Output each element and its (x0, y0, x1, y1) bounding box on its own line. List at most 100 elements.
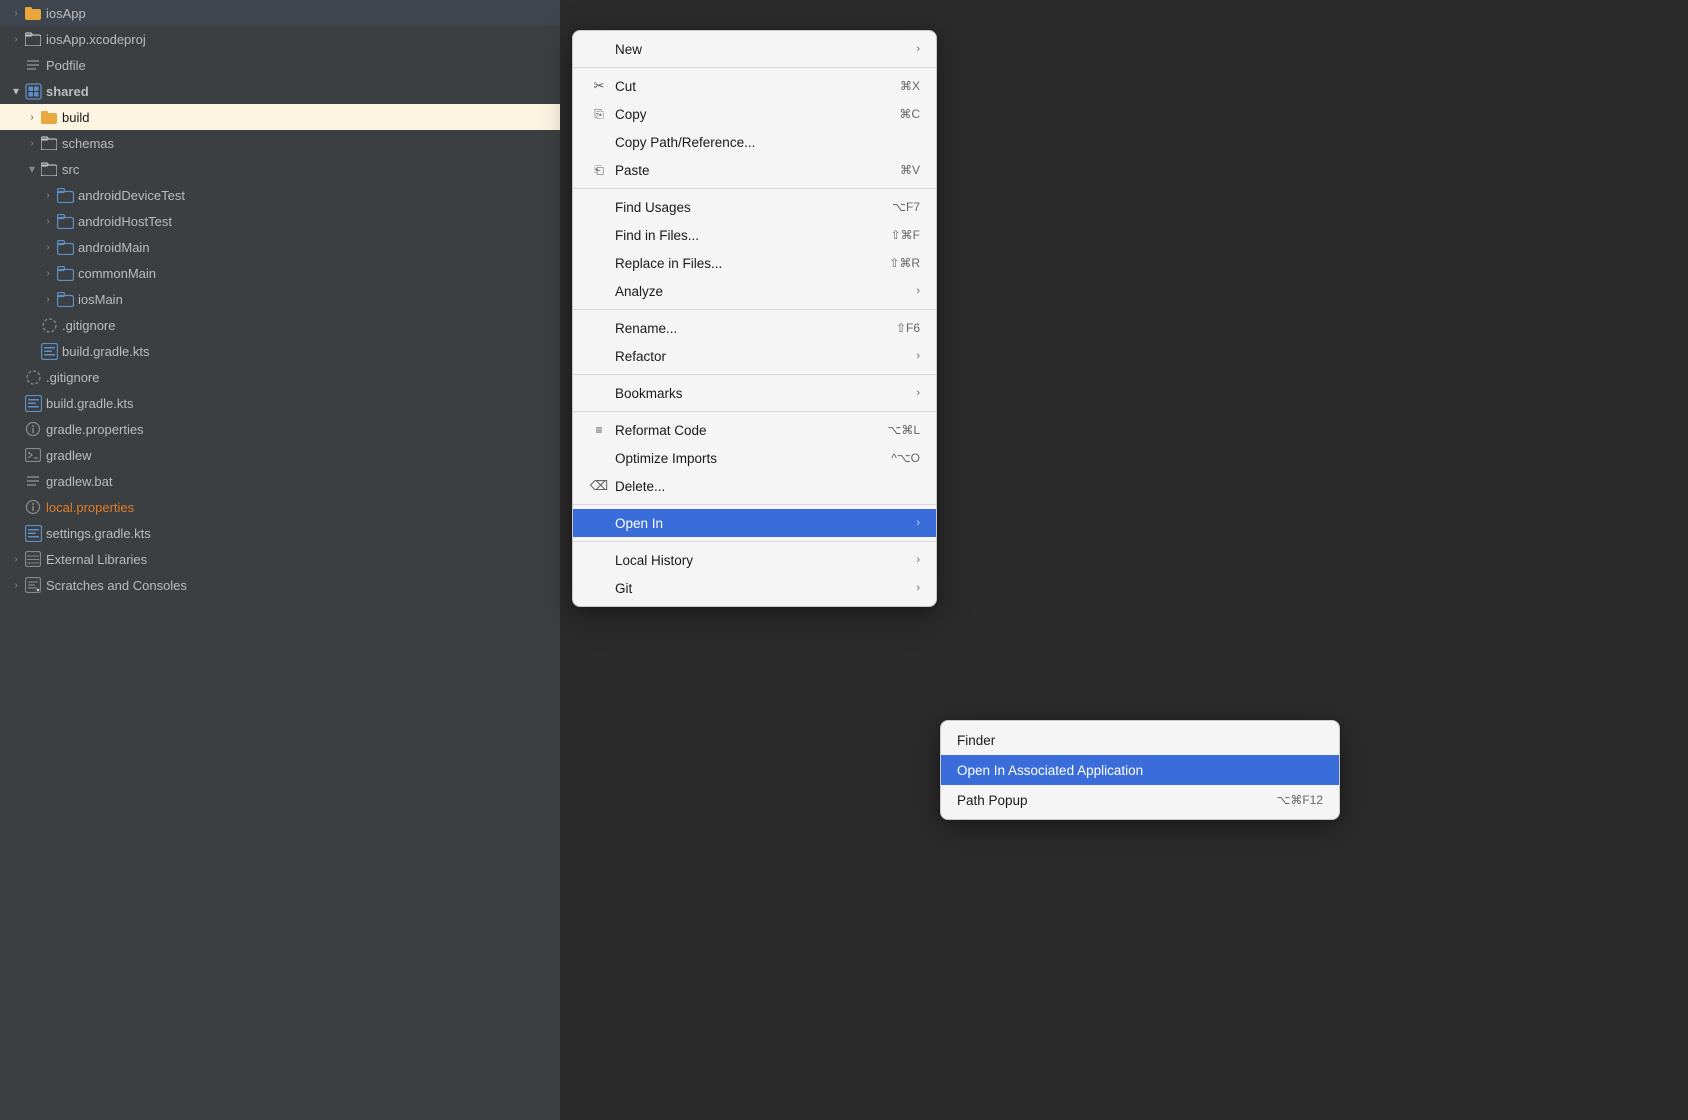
tree-item-gitignore-shared[interactable]: .gitignore (0, 312, 560, 338)
chevron-icon: › (40, 239, 56, 255)
menu-item-delete[interactable]: ⌫ Delete... (573, 472, 936, 500)
lines-icon (24, 56, 42, 74)
menu-label-optimize-imports: Optimize Imports (615, 451, 891, 466)
menu-label-reformat: Reformat Code (615, 423, 887, 438)
reformat-icon: ≡ (589, 423, 609, 437)
tree-item-build-gradle-root[interactable]: build.gradle.kts (0, 390, 560, 416)
tree-item-label: build.gradle.kts (46, 396, 133, 411)
tree-item-gradlew[interactable]: gradlew (0, 442, 560, 468)
menu-item-find-in-files[interactable]: Find in Files... ⇧⌘F (573, 221, 936, 249)
arrow-icon: › (916, 554, 920, 566)
tree-item-src[interactable]: ▾ src (0, 156, 560, 182)
tree-item-label: build.gradle.kts (62, 344, 149, 359)
menu-item-local-history[interactable]: Local History › (573, 546, 936, 574)
tree-item-build-gradle-shared[interactable]: build.gradle.kts (0, 338, 560, 364)
arrow-icon: › (916, 350, 920, 362)
folder-special-icon (56, 290, 74, 308)
tree-item-label: Podfile (46, 58, 86, 73)
tree-item-gradlew-bat[interactable]: gradlew.bat (0, 468, 560, 494)
cut-icon: ✂ (589, 78, 609, 94)
chevron-placeholder (8, 525, 24, 541)
tree-item-iosMain[interactable]: › iosMain (0, 286, 560, 312)
menu-label-cut: Cut (615, 79, 900, 94)
tree-item-gitignore-root[interactable]: .gitignore (0, 364, 560, 390)
menu-item-find-usages[interactable]: Find Usages ⌥F7 (573, 193, 936, 221)
chevron-icon: › (40, 187, 56, 203)
chevron-placeholder (8, 447, 24, 463)
menu-item-optimize-imports[interactable]: Optimize Imports ^⌥O (573, 444, 936, 472)
tree-item-Podfile[interactable]: Podfile (0, 52, 560, 78)
menu-item-cut[interactable]: ✂ Cut ⌘X (573, 72, 936, 100)
chevron-icon: › (40, 213, 56, 229)
tree-item-commonMain[interactable]: › commonMain (0, 260, 560, 286)
tree-item-androidMain[interactable]: › androidMain (0, 234, 560, 260)
menu-item-analyze[interactable]: Analyze › (573, 277, 936, 305)
menu-label-open-in: Open In (615, 516, 912, 531)
paste-icon: ⎗ (589, 163, 609, 178)
menu-item-copy[interactable]: ⎘ Copy ⌘C (573, 100, 936, 128)
shortcut-reformat: ⌥⌘L (887, 423, 920, 437)
menu-item-refactor[interactable]: Refactor › (573, 342, 936, 370)
menu-separator (573, 504, 936, 505)
chevron-placeholder (24, 343, 40, 359)
scratches-icon (24, 576, 42, 594)
shortcut-replace-in-files: ⇧⌘R (889, 256, 920, 270)
folder-icon (24, 30, 42, 48)
menu-item-reformat-code[interactable]: ≡ Reformat Code ⌥⌘L (573, 416, 936, 444)
tree-item-iosApp[interactable]: › iosApp (0, 0, 560, 26)
menu-item-bookmarks[interactable]: Bookmarks › (573, 379, 936, 407)
tree-item-settings-gradle[interactable]: settings.gradle.kts (0, 520, 560, 546)
tree-item-build[interactable]: › build (0, 104, 560, 130)
submenu-item-finder[interactable]: Finder (941, 725, 1339, 755)
menu-item-paste[interactable]: ⎗ Paste ⌘V (573, 156, 936, 184)
context-menu: New › ✂ Cut ⌘X ⎘ Copy ⌘C Copy Path/Refer… (572, 30, 937, 607)
tree-item-gradle-properties[interactable]: gradle.properties (0, 416, 560, 442)
chevron-placeholder (24, 317, 40, 333)
folder-special-icon (56, 264, 74, 282)
tree-item-external-libraries[interactable]: › External Libraries (0, 546, 560, 572)
tree-item-androidDeviceTest[interactable]: › androidDeviceTest (0, 182, 560, 208)
folder-icon (40, 134, 58, 152)
chevron-placeholder (8, 57, 24, 73)
menu-item-copy-path[interactable]: Copy Path/Reference... (573, 128, 936, 156)
settings-icon (24, 420, 42, 438)
tree-item-androidHostTest[interactable]: › androidHostTest (0, 208, 560, 234)
submenu-item-path-popup[interactable]: Path Popup ⌥⌘F12 (941, 785, 1339, 815)
menu-item-replace-in-files[interactable]: Replace in Files... ⇧⌘R (573, 249, 936, 277)
menu-item-new[interactable]: New › (573, 35, 936, 63)
shortcut-copy: ⌘C (899, 107, 920, 121)
tree-item-local-properties[interactable]: local.properties (0, 494, 560, 520)
menu-item-open-in[interactable]: Open In › (573, 509, 936, 537)
chevron-placeholder (8, 499, 24, 515)
submenu-label-open-associated: Open In Associated Application (957, 763, 1323, 778)
tree-item-scratches[interactable]: › Scratches and Consoles (0, 572, 560, 598)
arrow-icon: › (916, 582, 920, 594)
arrow-icon: › (916, 43, 920, 55)
tree-item-label: iosApp (46, 6, 86, 21)
chevron-icon: › (24, 109, 40, 125)
shortcut-find-usages: ⌥F7 (892, 200, 920, 214)
tree-item-shared[interactable]: ▾ shared (0, 78, 560, 104)
menu-label-refactor: Refactor (615, 349, 912, 364)
tree-item-schemas[interactable]: › schemas (0, 130, 560, 156)
tree-item-label: Scratches and Consoles (46, 578, 187, 593)
chevron-placeholder (8, 421, 24, 437)
shortcut-find-in-files: ⇧⌘F (891, 228, 920, 242)
menu-label-delete: Delete... (615, 479, 920, 494)
circle-dash-icon (24, 368, 42, 386)
menu-separator (573, 541, 936, 542)
shortcut-rename: ⇧F6 (896, 321, 920, 335)
chevron-placeholder (8, 369, 24, 385)
folder-orange-icon (40, 108, 58, 126)
tree-item-iosApp-xcodeproj[interactable]: › iosApp.xcodeproj (0, 26, 560, 52)
submenu-item-open-in-associated[interactable]: Open In Associated Application (941, 755, 1339, 785)
chevron-icon: › (8, 551, 24, 567)
menu-separator (573, 309, 936, 310)
arrow-icon: › (916, 387, 920, 399)
tree-item-label: .gitignore (46, 370, 99, 385)
menu-item-rename[interactable]: Rename... ⇧F6 (573, 314, 936, 342)
shortcut-cut: ⌘X (900, 79, 920, 93)
chevron-icon: › (40, 265, 56, 281)
menu-item-git[interactable]: Git › (573, 574, 936, 602)
menu-label-replace-in-files: Replace in Files... (615, 256, 889, 271)
